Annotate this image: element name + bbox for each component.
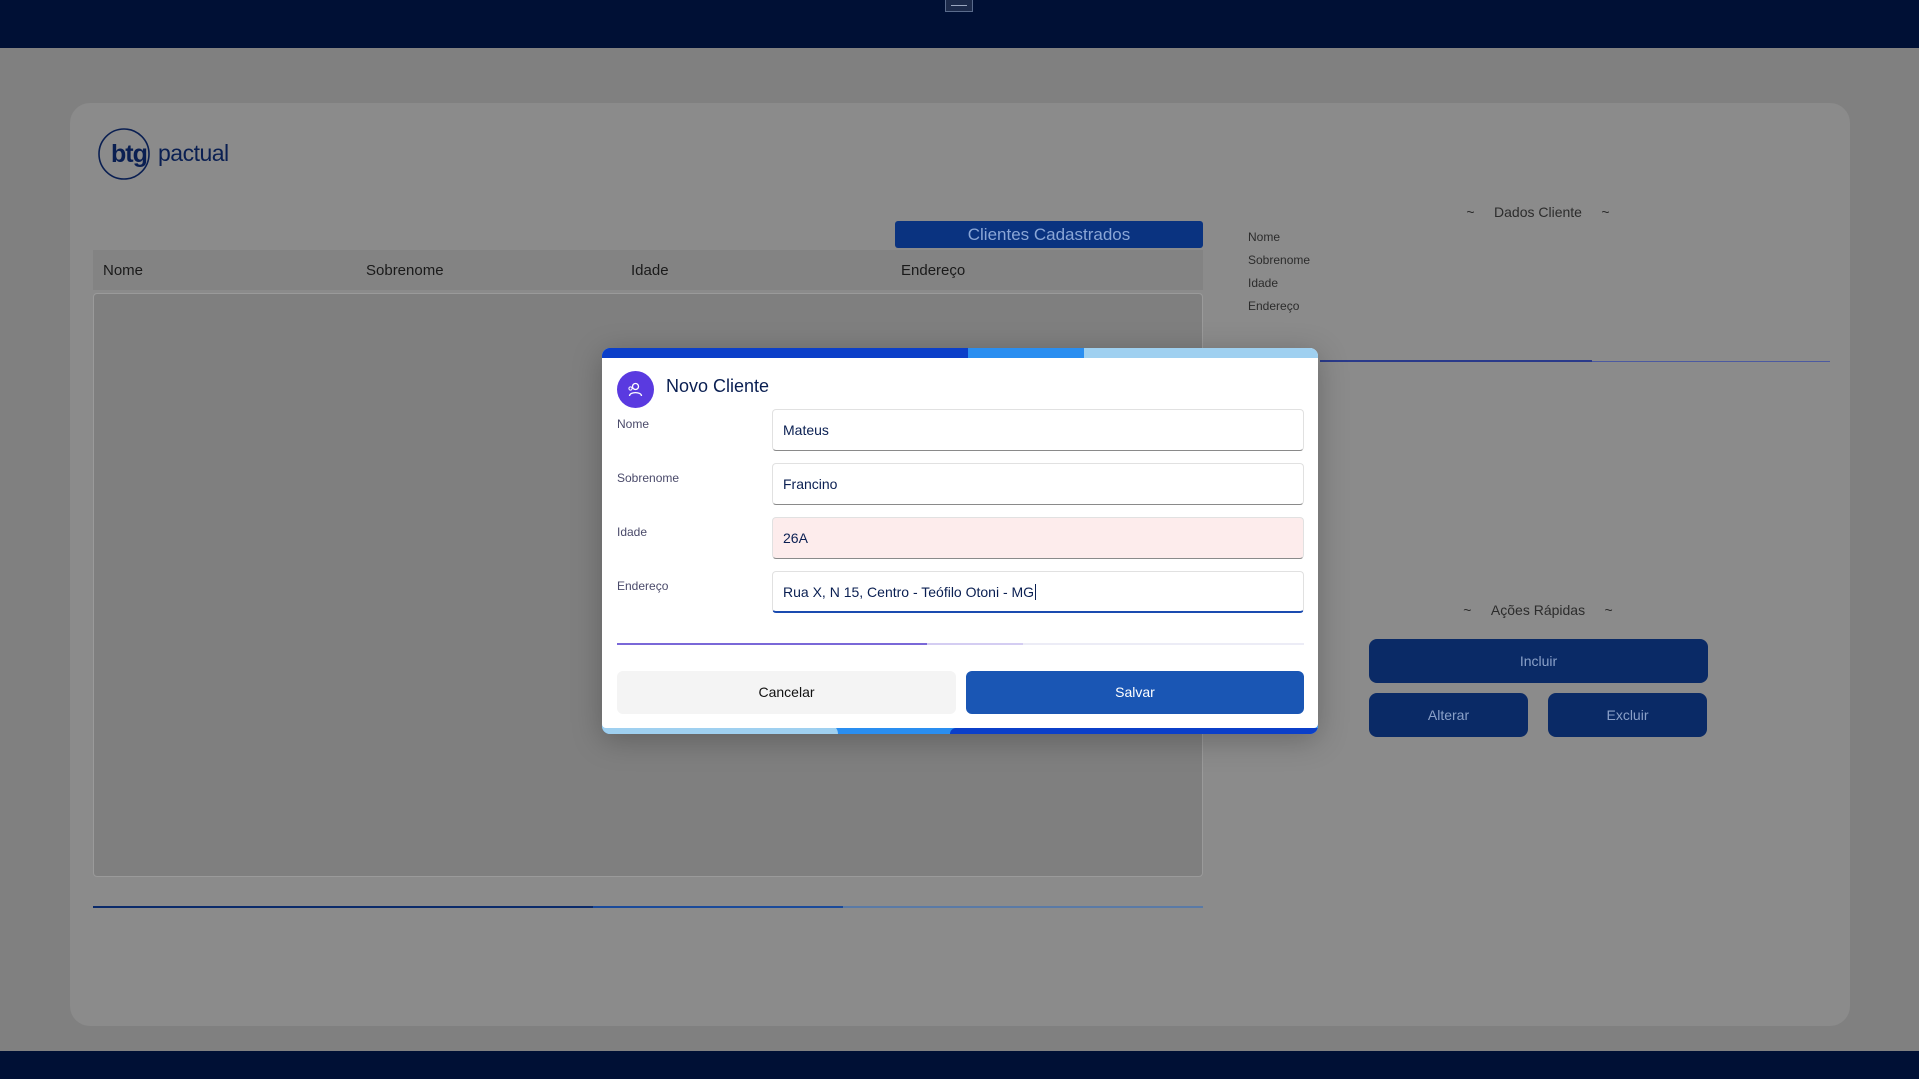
- dialog-bottom-accent: [602, 724, 1318, 734]
- alterar-button[interactable]: Alterar: [1369, 693, 1528, 737]
- sobrenome-input[interactable]: Francino: [772, 463, 1304, 505]
- top-bar: [0, 0, 1919, 48]
- dados-label-sobrenome: Sobrenome: [1248, 253, 1311, 267]
- btg-pactual-logo: btg pactual: [98, 126, 248, 181]
- dados-cliente-title: ~ Dados Cliente ~: [1466, 204, 1610, 220]
- cancel-button[interactable]: Cancelar: [617, 671, 956, 714]
- tab-clientes-cadastrados[interactable]: Clientes Cadastrados: [895, 221, 1203, 248]
- dados-label-idade: Idade: [1248, 276, 1279, 290]
- nome-input[interactable]: Mateus: [772, 409, 1304, 451]
- table-header: Nome Sobrenome Idade Endereço: [93, 250, 1203, 290]
- idade-label: Idade: [617, 525, 648, 539]
- column-header-sobrenome[interactable]: Sobrenome: [366, 250, 444, 292]
- column-header-idade[interactable]: Idade: [631, 250, 669, 292]
- endereco-label: Endereço: [617, 579, 669, 593]
- save-button[interactable]: Salvar: [966, 671, 1304, 714]
- svg-text:pactual: pactual: [158, 140, 229, 166]
- idade-input[interactable]: 26A: [772, 517, 1304, 559]
- acoes-rapidas-title: ~ Ações Rápidas ~: [1463, 602, 1613, 618]
- column-header-endereco[interactable]: Endereço: [901, 250, 965, 292]
- nome-label: Nome: [617, 417, 650, 431]
- menu-handle-icon[interactable]: [945, 0, 973, 12]
- client-avatar-icon: [617, 371, 654, 408]
- svg-text:btg: btg: [111, 140, 147, 168]
- sobrenome-label: Sobrenome: [617, 471, 680, 485]
- incluir-button[interactable]: Incluir: [1369, 639, 1708, 683]
- dialog-title: Novo Cliente: [666, 376, 770, 396]
- text-caret: [1035, 584, 1037, 600]
- column-header-nome[interactable]: Nome: [103, 250, 143, 292]
- dialog-top-accent: [602, 348, 1318, 358]
- dados-label-nome: Nome: [1248, 230, 1281, 244]
- dados-label-endereco: Endereço: [1248, 299, 1300, 313]
- excluir-button[interactable]: Excluir: [1548, 693, 1707, 737]
- dialog-progress-bar: [617, 643, 1304, 645]
- dados-divider: [1320, 360, 1830, 362]
- table-progress-line: [93, 906, 1203, 908]
- novo-cliente-dialog: Novo Cliente Nome Mateus Sobrenome Franc…: [602, 348, 1318, 734]
- endereco-input[interactable]: Rua X, N 15, Centro - Teófilo Otoni - MG: [772, 571, 1304, 613]
- bottom-bar: [0, 1051, 1919, 1079]
- endereco-input-value: Rua X, N 15, Centro - Teófilo Otoni - MG: [783, 584, 1035, 600]
